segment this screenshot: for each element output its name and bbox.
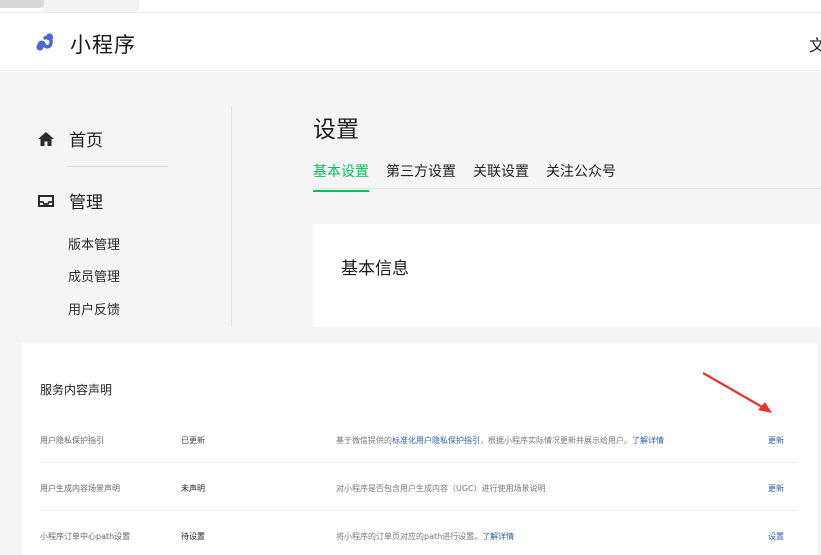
table-row: 小程序订单中心path设置 待设置 将小程序的订单页对应的path进行设置。了解…: [40, 512, 797, 555]
browser-tab-strip: [0, 0, 821, 13]
row-description: 将小程序的订单页对应的path进行设置。了解详情: [336, 531, 514, 542]
sidebar-item-label: 首页: [69, 131, 103, 151]
service-section: 服务内容声明 用户隐私保护指引 已更新 基于微信提供的标准化用户隐私保护指引，根…: [0, 327, 821, 555]
brand-title[interactable]: 小程序: [70, 29, 136, 59]
tabs-divider: [313, 188, 821, 189]
settings-button[interactable]: 设置: [768, 531, 784, 542]
inbox-icon: [38, 194, 54, 207]
learn-more-link[interactable]: 了解详情: [482, 532, 514, 541]
update-button[interactable]: 更新: [768, 483, 784, 494]
service-card: 服务内容声明 用户隐私保护指引 已更新 基于微信提供的标准化用户隐私保护指引，根…: [22, 343, 817, 555]
row-status: 已更新: [181, 436, 205, 445]
row-description: 基于微信提供的标准化用户隐私保护指引，根据小程序实际情况更新并展示给用户。了解详…: [336, 435, 664, 446]
page-title: 设置: [313, 117, 359, 143]
header-right-text[interactable]: 文: [809, 32, 821, 56]
desc-text: ，根据小程序实际情况更新并展示给用户。: [480, 436, 632, 445]
sidebar: 首页 管理 版本管理 成员管理 用户反馈: [0, 106, 232, 327]
annotation-arrow-icon: [702, 372, 772, 413]
basic-info-card: 基本信息: [313, 224, 821, 327]
browser-tab[interactable]: [0, 0, 44, 8]
sidebar-divider: [66, 166, 168, 167]
top-header: 小程序 文: [0, 13, 821, 71]
desc-text: 对小程序是否包含用户生成内容（UGC）进行使用场景说明: [336, 484, 546, 493]
update-button[interactable]: 更新: [768, 435, 784, 446]
row-name: 用户生成内容场景声明: [40, 484, 120, 493]
row-status: 待设置: [181, 532, 205, 541]
sidebar-item-manage[interactable]: 管理: [37, 188, 103, 213]
browser-tab[interactable]: [44, 0, 139, 12]
home-icon: [38, 131, 54, 146]
sidebar-item-home[interactable]: 首页: [37, 126, 103, 151]
table-row: 用户生成内容场景声明 未声明 对小程序是否包含用户生成内容（UGC）进行使用场景…: [40, 464, 797, 511]
sidebar-item-members[interactable]: 成员管理: [68, 266, 120, 285]
desc-text: 将小程序的订单页对应的path进行设置。: [336, 532, 483, 541]
row-status: 未声明: [181, 484, 205, 493]
privacy-guide-link[interactable]: 标准化用户隐私保护指引: [392, 436, 480, 445]
desc-text: 基于微信提供的: [336, 436, 392, 445]
learn-more-link[interactable]: 了解详情: [632, 436, 664, 445]
row-name: 用户隐私保护指引: [40, 436, 104, 445]
sidebar-item-version[interactable]: 版本管理: [68, 234, 120, 253]
section-title: 基本信息: [341, 259, 409, 279]
service-title: 服务内容声明: [40, 383, 113, 397]
sidebar-item-label: 管理: [69, 193, 103, 213]
miniprogram-logo-icon: [36, 33, 54, 51]
sidebar-item-feedback[interactable]: 用户反馈: [68, 299, 120, 318]
row-name: 小程序订单中心path设置: [40, 532, 131, 541]
table-row: 用户隐私保护指引 已更新 基于微信提供的标准化用户隐私保护指引，根据小程序实际情…: [40, 416, 797, 463]
row-description: 对小程序是否包含用户生成内容（UGC）进行使用场景说明: [336, 483, 546, 494]
